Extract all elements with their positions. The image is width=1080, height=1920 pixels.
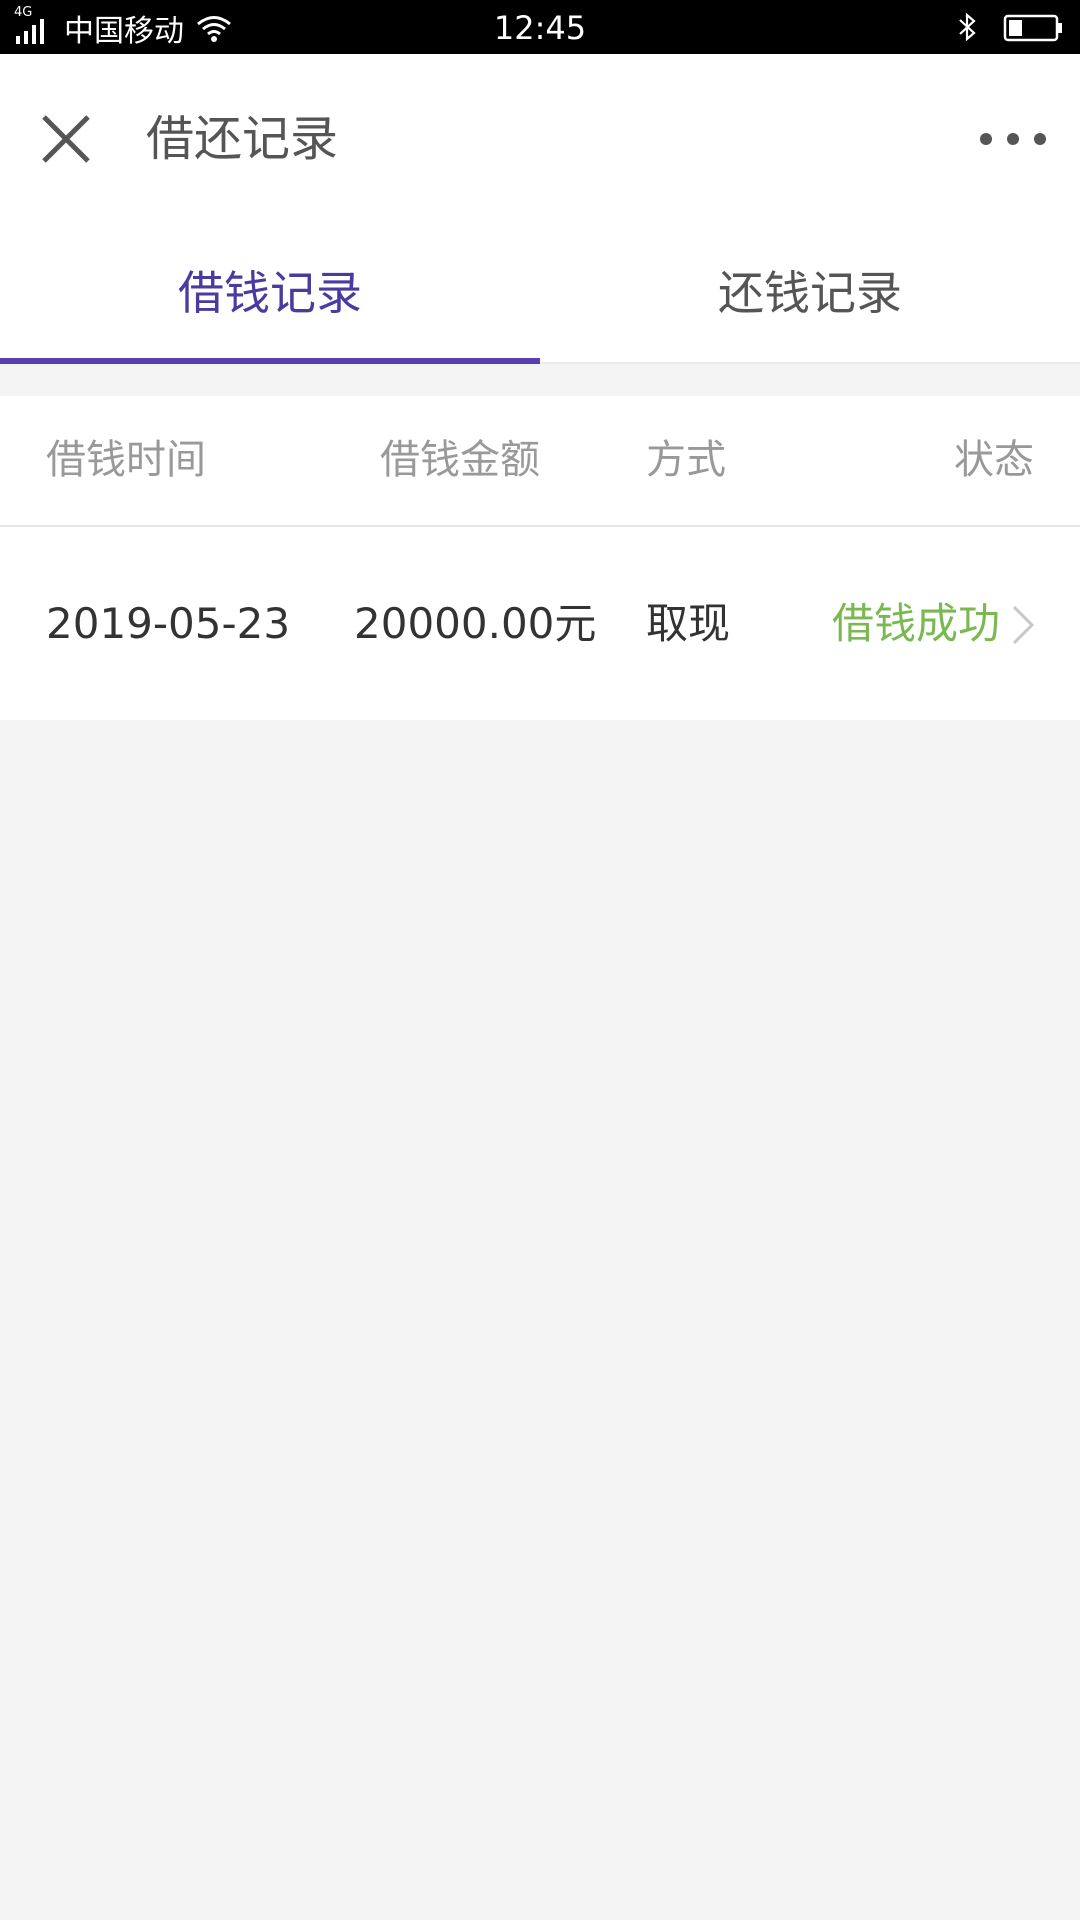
row-method: 取现 <box>646 599 731 648</box>
row-status: 借钱成功 <box>832 599 1001 648</box>
tab-repay-records[interactable]: 还钱记录 <box>540 224 1080 362</box>
header-borrow-time: 借钱时间 <box>46 437 206 483</box>
title-bar: 借还记录 <box>0 54 1080 224</box>
more-icon <box>980 133 1046 145</box>
header-method: 方式 <box>646 437 726 483</box>
bluetooth-icon <box>959 12 976 42</box>
status-time: 12:45 <box>493 9 587 47</box>
more-button[interactable] <box>978 124 1048 154</box>
chevron-right-icon <box>1012 605 1035 645</box>
page-title: 借还记录 <box>146 111 339 167</box>
close-icon <box>42 115 90 163</box>
record-tabs: 借钱记录 还钱记录 <box>0 224 1080 364</box>
row-borrow-amount: 20000.00元 <box>354 599 597 648</box>
table-row[interactable]: 2019-05-23 20000.00元 取现 借钱成功 <box>0 527 1080 720</box>
header-borrow-amount: 借钱金额 <box>380 437 540 483</box>
status-bar: 4G 中国移动 12:45 <box>0 0 1080 54</box>
battery-icon <box>1003 14 1062 42</box>
row-borrow-time: 2019-05-23 <box>46 599 291 648</box>
table-header: 借钱时间 借钱金额 方式 状态 <box>0 396 1080 527</box>
header-status: 状态 <box>954 437 1034 483</box>
active-tab-indicator <box>0 358 540 364</box>
tab-borrow-records[interactable]: 借钱记录 <box>0 224 540 362</box>
close-button[interactable] <box>38 111 94 167</box>
